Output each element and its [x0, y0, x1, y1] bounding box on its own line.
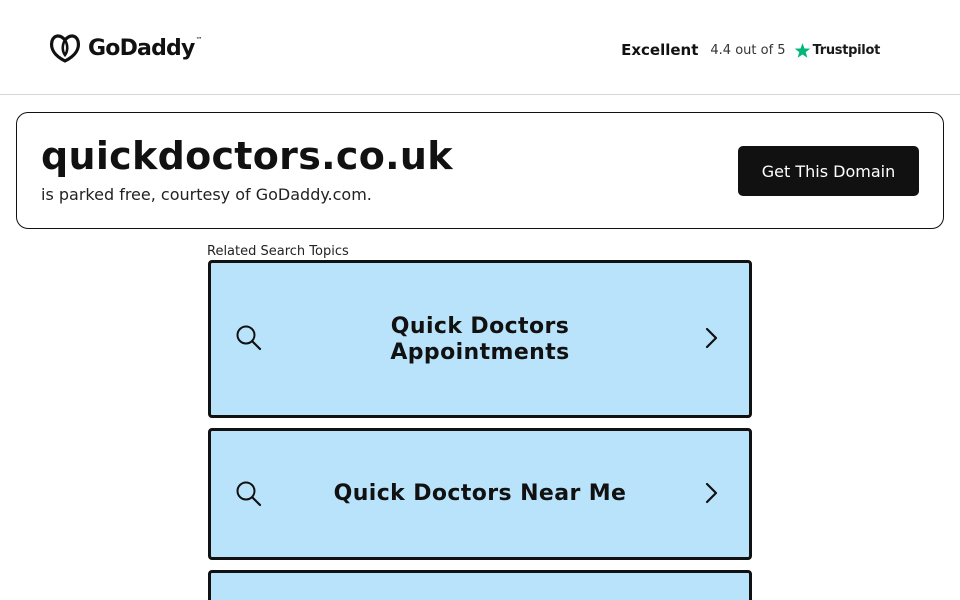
chevron-right-icon: [705, 482, 718, 504]
rating-word: Excellent: [621, 41, 699, 59]
chevron-right-icon: [705, 327, 718, 349]
topic-link-partial[interactable]: [208, 570, 752, 600]
parked-domain-page: GoDaddy™ Excellent 4.4 out of 5 Trustpil…: [0, 0, 960, 600]
site-header: GoDaddy™ Excellent 4.4 out of 5 Trustpil…: [0, 0, 960, 95]
brand-name: GoDaddy™: [88, 35, 203, 61]
topic-label-line: Quick Doctors: [390, 314, 570, 339]
trustpilot-star-icon: [794, 42, 810, 58]
topic-link-quick-doctors-appointments[interactable]: Quick Doctors Appointments: [208, 260, 752, 418]
domain-card: quickdoctors.co.uk is parked free, court…: [16, 112, 944, 229]
godaddy-logo-icon: [49, 34, 81, 63]
domain-subtitle: is parked free, courtesy of GoDaddy.com.: [41, 185, 372, 204]
search-icon: [236, 325, 262, 351]
rating-score: 4.4 out of 5: [710, 42, 786, 58]
topic-label: Quick Doctors Appointments: [281, 314, 679, 366]
trustpilot-rating[interactable]: Excellent 4.4 out of 5 Trustpilot: [621, 39, 880, 61]
domain-name: quickdoctors.co.uk: [41, 134, 453, 178]
godaddy-logo[interactable]: GoDaddy™: [48, 31, 203, 65]
topic-label-line: Quick Doctors Near Me: [333, 481, 627, 506]
topic-link-quick-doctors-near-me[interactable]: Quick Doctors Near Me: [208, 428, 752, 560]
topic-label-line: Appointments: [390, 340, 570, 365]
search-icon: [236, 481, 262, 507]
related-search-label: Related Search Topics: [207, 244, 349, 259]
get-this-domain-button[interactable]: Get This Domain: [738, 146, 919, 196]
trustpilot-name: Trustpilot: [812, 42, 881, 58]
topic-label: Quick Doctors Near Me: [281, 481, 679, 507]
